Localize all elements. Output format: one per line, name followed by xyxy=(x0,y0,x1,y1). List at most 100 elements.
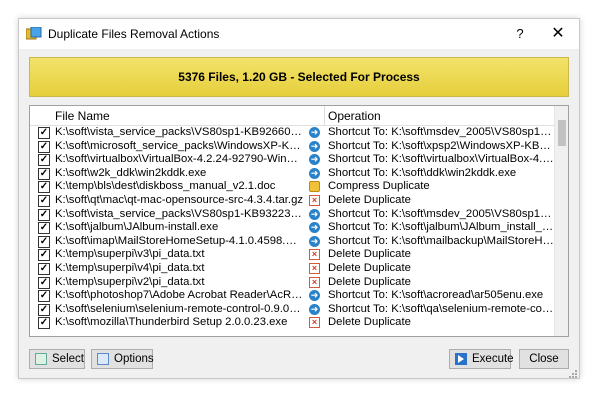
file-name-cell: K:\soft\photoshop7\Adobe Acrobat Reader\… xyxy=(55,289,303,302)
list-item[interactable]: ✓ K:\soft\jalbum\JAlbum-install.exe ➜ Short… xyxy=(30,221,554,235)
options-button[interactable]: Options xyxy=(91,349,154,369)
shortcut-arrow-icon: ➜ xyxy=(309,167,320,179)
execute-button-label: Execute xyxy=(472,353,514,365)
row-checkbox[interactable]: ✓ xyxy=(38,154,50,167)
file-name-cell: K:\soft\mozilla\Thunderbird Setup 2.0.0.… xyxy=(55,316,288,329)
list-item[interactable]: ✓ K:\soft\mozilla\Thunderbird Setup 2.0.0… xyxy=(30,316,554,330)
select-button-label: Select xyxy=(52,353,84,365)
file-name-cell: K:\soft\vista_service_packs\VS80sp1-KB92… xyxy=(55,126,303,138)
operation-cell: Shortcut To: K:\soft\xpsp2\WindowsXP-KB8… xyxy=(328,139,554,152)
file-name-cell: K:\soft\qt\mac\qt-mac-opensource-src-4.3… xyxy=(55,193,303,206)
row-checkbox[interactable]: ✓ xyxy=(38,181,50,194)
list-item[interactable]: ✓ K:\temp\bls\dest\diskboss_manual_v2.1.d… xyxy=(30,180,554,194)
shortcut-arrow-icon: ➜ xyxy=(309,235,320,247)
shortcut-arrow-icon: ➜ xyxy=(309,222,320,234)
column-divider[interactable] xyxy=(324,106,325,125)
app-icon xyxy=(26,27,42,40)
operation-cell: Delete Duplicate xyxy=(328,248,411,261)
operation-cell: Shortcut To: K:\soft\mailbackup\MailStor… xyxy=(328,234,554,247)
file-name-cell: K:\temp\bls\dest\diskboss_manual_v2.1.do… xyxy=(55,180,276,193)
help-button[interactable]: ? xyxy=(511,25,529,43)
delete-x-icon: × xyxy=(309,194,320,206)
operation-cell: Delete Duplicate xyxy=(328,275,411,288)
select-icon xyxy=(35,353,47,365)
list-item[interactable]: ✓ K:\soft\qt\mac\qt-mac-opensource-src-4.… xyxy=(30,194,554,208)
file-name-cell: K:\soft\virtualbox\VirtualBox-4.2.24-927… xyxy=(55,153,303,166)
shortcut-arrow-icon: ➜ xyxy=(309,208,320,220)
execute-button[interactable]: Execute xyxy=(449,349,514,369)
selection-summary-banner: 5376 Files, 1.20 GB - Selected For Proce… xyxy=(29,57,569,97)
play-icon xyxy=(455,353,467,365)
list-item[interactable]: ✓ K:\soft\virtualbox\VirtualBox-4.2.24-92… xyxy=(30,153,554,167)
row-checkbox[interactable]: ✓ xyxy=(38,235,50,248)
row-checkbox[interactable]: ✓ xyxy=(38,194,50,207)
close-button[interactable]: Close xyxy=(519,349,569,369)
row-checkbox[interactable]: ✓ xyxy=(38,262,50,275)
operation-cell: Delete Duplicate xyxy=(328,193,411,206)
file-name-cell: K:\temp\superpi\v4\pi_data.txt xyxy=(55,261,205,274)
list-item[interactable]: ✓ K:\soft\w2k_ddk\win2kddk.exe ➜ Shortcut T… xyxy=(30,167,554,181)
delete-x-icon: × xyxy=(309,249,320,261)
operation-cell: Delete Duplicate xyxy=(328,261,411,274)
row-checkbox[interactable]: ✓ xyxy=(38,276,50,289)
resize-grip-icon[interactable] xyxy=(567,368,577,378)
compress-archive-icon xyxy=(309,181,320,193)
row-checkbox[interactable]: ✓ xyxy=(38,303,50,316)
scrollbar-thumb[interactable] xyxy=(558,120,566,146)
row-checkbox[interactable]: ✓ xyxy=(38,208,50,221)
row-checkbox[interactable]: ✓ xyxy=(38,140,50,153)
shortcut-arrow-icon: ➜ xyxy=(309,127,320,138)
row-checkbox[interactable]: ✓ xyxy=(38,167,50,180)
list-item[interactable]: ✓ K:\soft\imap\MailStoreHomeSetup-4.1.0.4… xyxy=(30,235,554,249)
select-button[interactable]: Select xyxy=(29,349,85,369)
file-name-cell: K:\soft\w2k_ddk\win2kddk.exe xyxy=(55,166,207,179)
column-header-file-name[interactable]: File Name xyxy=(55,109,110,123)
close-window-button[interactable]: ✕ xyxy=(547,25,569,43)
title-bar: Duplicate Files Removal Actions ? ✕ xyxy=(19,19,579,49)
list-header: File Name Operation xyxy=(30,106,554,126)
file-name-cell: K:\soft\microsoft_service_packs\WindowsX… xyxy=(55,139,303,152)
list-item[interactable]: ✓ K:\soft\selenium\selenium-remote-contro… xyxy=(30,303,554,317)
row-checkbox[interactable]: ✓ xyxy=(38,249,50,262)
delete-x-icon: × xyxy=(309,276,320,288)
list-item[interactable]: ✓ K:\temp\superpi\v2\pi_data.txt × Delete D… xyxy=(30,276,554,290)
operation-cell: Delete Duplicate xyxy=(328,316,411,329)
options-button-label: Options xyxy=(114,353,154,365)
file-list[interactable]: File Name Operation ✓ K:\soft\vista_servi… xyxy=(29,105,569,337)
list-item[interactable]: ✓ K:\soft\vista_service_packs\VS80sp1-KB9… xyxy=(30,126,554,140)
shortcut-arrow-icon: ➜ xyxy=(309,140,320,152)
operation-cell: Shortcut To: K:\soft\qa\selenium-remote-… xyxy=(328,302,554,315)
operation-cell: Shortcut To: K:\soft\acroread\ar505enu.e… xyxy=(328,289,544,302)
row-checkbox[interactable]: ✓ xyxy=(38,317,50,330)
operation-cell: Shortcut To: K:\soft\msdev_2005\VS80sp1-… xyxy=(328,207,554,220)
column-header-operation[interactable]: Operation xyxy=(328,109,381,123)
window-title: Duplicate Files Removal Actions xyxy=(48,27,220,41)
list-item[interactable]: ✓ K:\soft\microsoft_service_packs\Windows… xyxy=(30,140,554,154)
operation-cell: Shortcut To: K:\soft\jalbum\JAlbum_insta… xyxy=(328,221,554,234)
list-item[interactable]: ✓ K:\soft\vista_service_packs\VS80sp1-KB9… xyxy=(30,208,554,222)
list-rows: ✓ K:\soft\vista_service_packs\VS80sp1-KB9… xyxy=(30,126,554,330)
options-icon xyxy=(97,353,109,365)
shortcut-arrow-icon: ➜ xyxy=(309,290,320,302)
vertical-scrollbar[interactable] xyxy=(554,106,568,336)
file-name-cell: K:\soft\jalbum\JAlbum-install.exe xyxy=(55,221,219,234)
row-checkbox[interactable]: ✓ xyxy=(38,290,50,303)
list-item[interactable]: ✓ K:\soft\photoshop7\Adobe Acrobat Reader… xyxy=(30,289,554,303)
list-item[interactable]: ✓ K:\temp\superpi\v3\pi_data.txt × Delete D… xyxy=(30,248,554,262)
list-item[interactable]: ✓ K:\temp\superpi\v4\pi_data.txt × Delete D… xyxy=(30,262,554,276)
delete-x-icon: × xyxy=(309,317,320,329)
file-name-cell: K:\temp\superpi\v3\pi_data.txt xyxy=(55,248,205,261)
delete-x-icon: × xyxy=(309,262,320,274)
shortcut-arrow-icon: ➜ xyxy=(309,154,320,166)
file-name-cell: K:\soft\imap\MailStoreHomeSetup-4.1.0.45… xyxy=(55,234,303,247)
file-name-cell: K:\temp\superpi\v2\pi_data.txt xyxy=(55,275,205,288)
row-checkbox[interactable]: ✓ xyxy=(38,127,50,139)
file-name-cell: K:\soft\vista_service_packs\VS80sp1-KB93… xyxy=(55,207,303,220)
dialog-window: Duplicate Files Removal Actions ? ✕ 5376… xyxy=(18,18,580,379)
row-checkbox[interactable]: ✓ xyxy=(38,222,50,235)
operation-cell: Shortcut To: K:\soft\virtualbox\VirtualB… xyxy=(328,153,554,166)
file-name-cell: K:\soft\selenium\selenium-remote-control… xyxy=(55,302,303,315)
operation-cell: Compress Duplicate xyxy=(328,180,430,193)
shortcut-arrow-icon: ➜ xyxy=(309,303,320,315)
operation-cell: Shortcut To: K:\soft\ddk\win2kddk.exe xyxy=(328,166,517,179)
